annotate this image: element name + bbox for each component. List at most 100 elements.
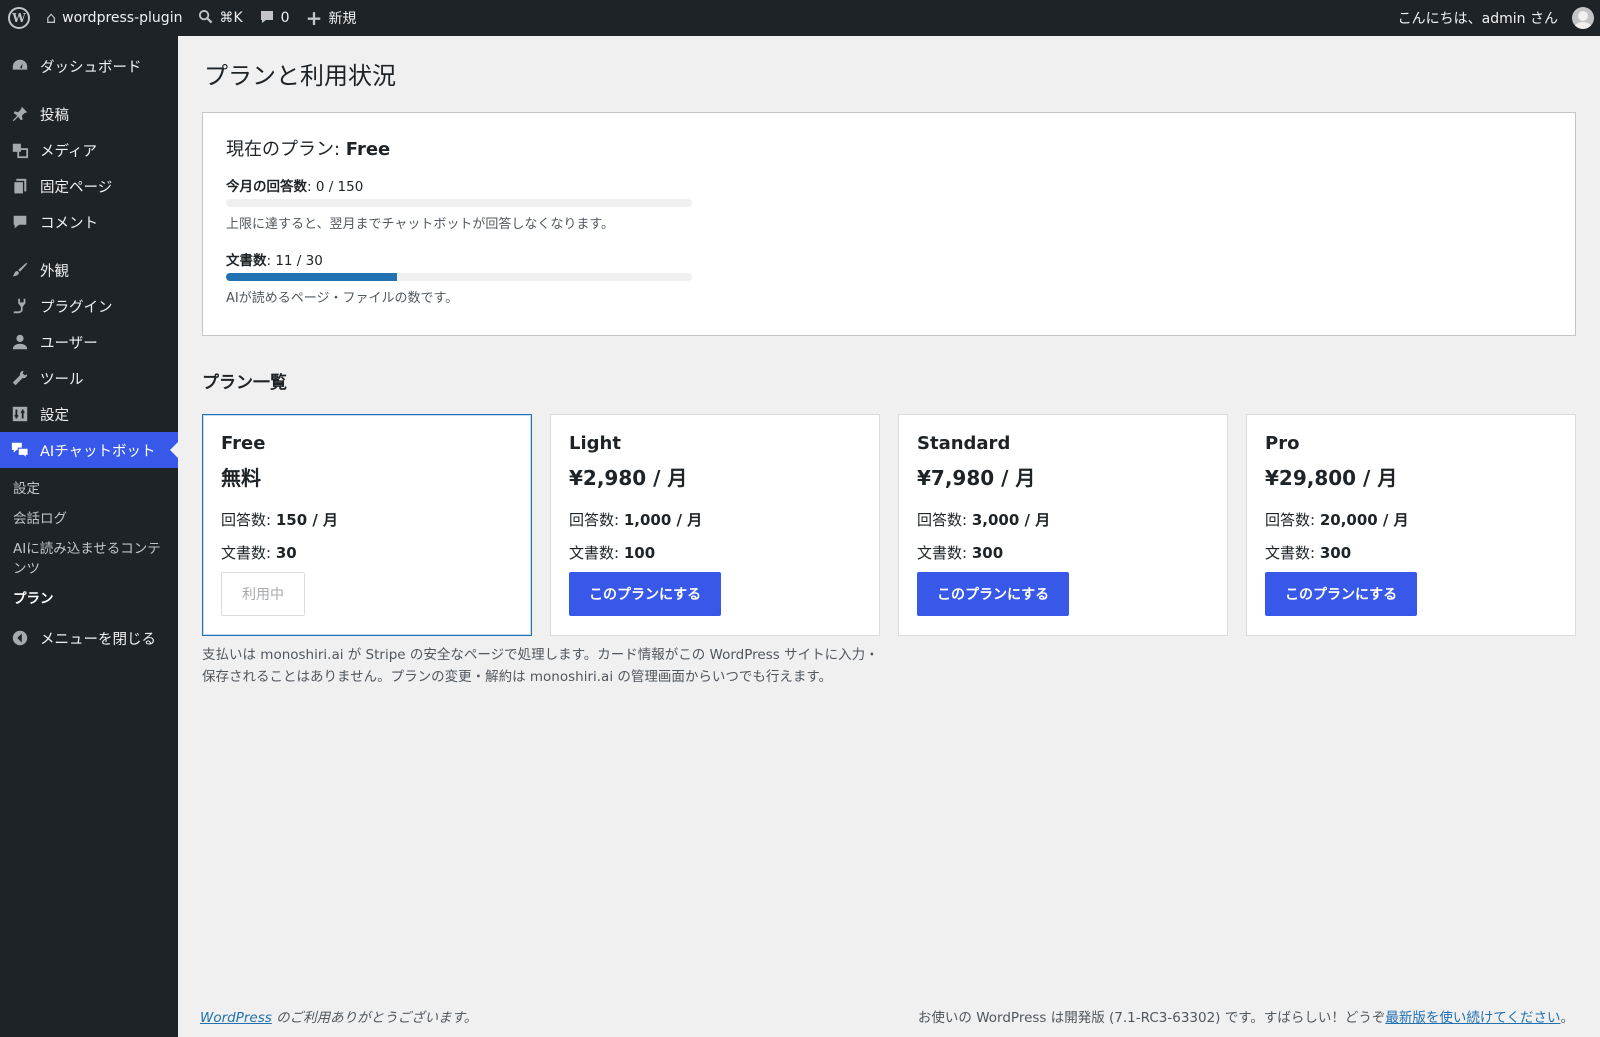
submenu-conversation-log[interactable]: 会話ログ <box>0 504 178 534</box>
menu-label: AIチャットボット <box>40 443 156 460</box>
payment-disclaimer: 支払いは monoshiri.ai が Stripe の安全なページで処理します… <box>202 644 922 688</box>
menu-settings[interactable]: 設定 <box>0 396 178 432</box>
plan-name: Pro <box>1265 433 1300 454</box>
plan-docs: 文書数: 30 <box>221 542 513 563</box>
plan-docs-label: 文書数: <box>569 544 624 562</box>
plans-list: Free 無料 回答数: 150 / 月 文書数: 30 利用中 Light ¥… <box>202 414 1576 636</box>
menu-label: ユーザー <box>40 335 98 352</box>
wordpress-link[interactable]: WordPress <box>200 1010 272 1026</box>
pin-icon <box>10 104 30 124</box>
plan-name: Free <box>221 433 266 454</box>
plan-docs-label: 文書数: <box>917 544 972 562</box>
menu-appearance[interactable]: 外観 <box>0 252 178 288</box>
plan-docs: 文書数: 100 <box>569 542 861 563</box>
menu-ai-chatbot[interactable]: AIチャットボット <box>0 432 178 468</box>
admin-bar: W ⌂ wordpress-plugin ⌘K 0 + 新規 こんにちは、adm… <box>0 0 1600 36</box>
docs-label: 文書数 <box>226 253 267 269</box>
menu-plugins[interactable]: プラグイン <box>0 288 178 324</box>
plan-docs-value: 300 <box>971 544 1004 562</box>
avatar <box>1572 7 1594 29</box>
collapse-menu-button[interactable]: メニューを閉じる <box>0 620 178 656</box>
site-name-menu[interactable]: ⌂ wordpress-plugin <box>38 0 190 36</box>
docs-progress-fill <box>226 273 398 281</box>
search-icon <box>198 9 213 27</box>
menu-label: 設定 <box>40 407 69 424</box>
new-content-menu[interactable]: + 新規 <box>298 0 365 36</box>
footer-version-text: お使いの WordPress は開発版 (7.1-RC3-63302) です。す… <box>917 1010 1386 1026</box>
answers-metric: 今月の回答数: 0 / 150 <box>226 175 363 195</box>
current-plan-line: 現在のプラン: Free <box>226 135 390 161</box>
submenu-ai-content[interactable]: AIに読み込ませるコンテンツ <box>0 534 178 584</box>
submenu-settings[interactable]: 設定 <box>0 474 178 504</box>
menu-label: メディア <box>40 143 97 160</box>
plan-price: ¥7,980 / 月 <box>917 466 1036 490</box>
plan-answers: 回答数: 150 / 月 <box>221 509 513 530</box>
current-plan-card: 現在のプラン: Free 今月の回答数: 0 / 150 上限に達すると、翌月ま… <box>202 112 1576 336</box>
menu-label: メニューを閉じる <box>40 631 156 648</box>
menu-users[interactable]: ユーザー <box>0 324 178 360</box>
select-pro-plan-button[interactable]: このプランにする <box>1265 572 1418 616</box>
plan-answers: 回答数: 1,000 / 月 <box>569 509 861 530</box>
docs-progress-bar <box>226 273 692 281</box>
plans-section-title: プラン一覧 <box>202 373 287 393</box>
menu-posts[interactable]: 投稿 <box>0 96 178 132</box>
menu-dashboard[interactable]: ダッシュボード <box>0 48 178 84</box>
greeting: こんにちは、admin さん <box>1397 11 1558 27</box>
new-label: 新規 <box>328 11 357 27</box>
search-shortcut: ⌘K <box>219 10 243 26</box>
plan-answers-value: 150 / 月 <box>275 511 339 529</box>
main-content: プランと利用状況 現在のプラン: Free 今月の回答数: 0 / 150 上限… <box>178 36 1600 1037</box>
docs-metric: 文書数: 11 / 30 <box>226 249 323 269</box>
menu-label: 投稿 <box>40 107 69 124</box>
plus-icon: + <box>305 6 323 30</box>
menu-label: ツール <box>40 371 84 388</box>
home-icon: ⌂ <box>46 8 57 27</box>
plan-price: ¥2,980 / 月 <box>569 466 688 490</box>
plan-card-pro: Pro ¥29,800 / 月 回答数: 20,000 / 月 文書数: 300… <box>1246 414 1576 636</box>
page-icon <box>10 176 30 196</box>
menu-pages[interactable]: 固定ページ <box>0 168 178 204</box>
plugin-icon <box>10 296 30 316</box>
ai-chatbot-submenu: 設定 会話ログ AIに読み込ませるコンテンツ プラン <box>0 468 178 620</box>
footer-version-end: 。 <box>1560 1010 1575 1026</box>
disclaimer-line: 保存されることはありません。プランの変更・解約は monoshiri.ai の管… <box>202 669 833 685</box>
command-palette-button[interactable]: ⌘K <box>190 0 250 36</box>
comment-icon <box>10 212 30 232</box>
plan-answers: 回答数: 20,000 / 月 <box>1265 509 1557 530</box>
select-light-plan-button[interactable]: このプランにする <box>569 572 722 616</box>
plan-card-free: Free 無料 回答数: 150 / 月 文書数: 30 利用中 <box>202 414 532 636</box>
footer-version: お使いの WordPress は開発版 (7.1-RC3-63302) です。す… <box>918 1006 1574 1026</box>
answers-progress-bar <box>226 199 692 207</box>
plan-card-standard: Standard ¥7,980 / 月 回答数: 3,000 / 月 文書数: … <box>898 414 1228 636</box>
my-account-menu[interactable]: こんにちは、admin さん <box>1390 0 1600 36</box>
comments-menu[interactable]: 0 <box>251 0 298 36</box>
menu-label: 外観 <box>40 263 69 280</box>
collapse-icon <box>10 628 30 648</box>
plan-name: Standard <box>917 433 1011 454</box>
plan-answers-label: 回答数: <box>1265 511 1320 529</box>
wrench-icon <box>10 368 30 388</box>
footer-thanks-text: のご利用ありがとうございます。 <box>271 1010 478 1026</box>
admin-sidebar: ダッシュボード 投稿 メディア 固定ページ コメント 外観 プラグイン ユーザー… <box>0 36 178 1037</box>
update-link[interactable]: 最新版を使い続けてください <box>1385 1010 1560 1026</box>
menu-label: プラグイン <box>40 299 113 316</box>
menu-media[interactable]: メディア <box>0 132 178 168</box>
select-standard-plan-button[interactable]: このプランにする <box>917 572 1070 616</box>
wordpress-logo-menu[interactable]: W <box>0 0 38 36</box>
menu-comments[interactable]: コメント <box>0 204 178 240</box>
plan-name: Light <box>569 433 621 454</box>
plan-docs: 文書数: 300 <box>1265 542 1557 563</box>
page-title: プランと利用状況 <box>204 62 396 90</box>
current-plan-label: 現在のプラン: <box>226 139 346 160</box>
wordpress-logo-icon: W <box>8 7 30 29</box>
plan-docs-value: 30 <box>275 544 297 562</box>
menu-label: ダッシュボード <box>40 59 142 76</box>
brush-icon <box>10 260 30 280</box>
plan-answers-label: 回答数: <box>221 511 276 529</box>
answers-value: : 0 / 150 <box>307 179 364 195</box>
plan-docs-value: 300 <box>1319 544 1352 562</box>
plan-answers-value: 1,000 / 月 <box>623 511 703 529</box>
docs-value: : 11 / 30 <box>266 253 323 269</box>
submenu-plan[interactable]: プラン <box>0 584 178 614</box>
menu-tools[interactable]: ツール <box>0 360 178 396</box>
